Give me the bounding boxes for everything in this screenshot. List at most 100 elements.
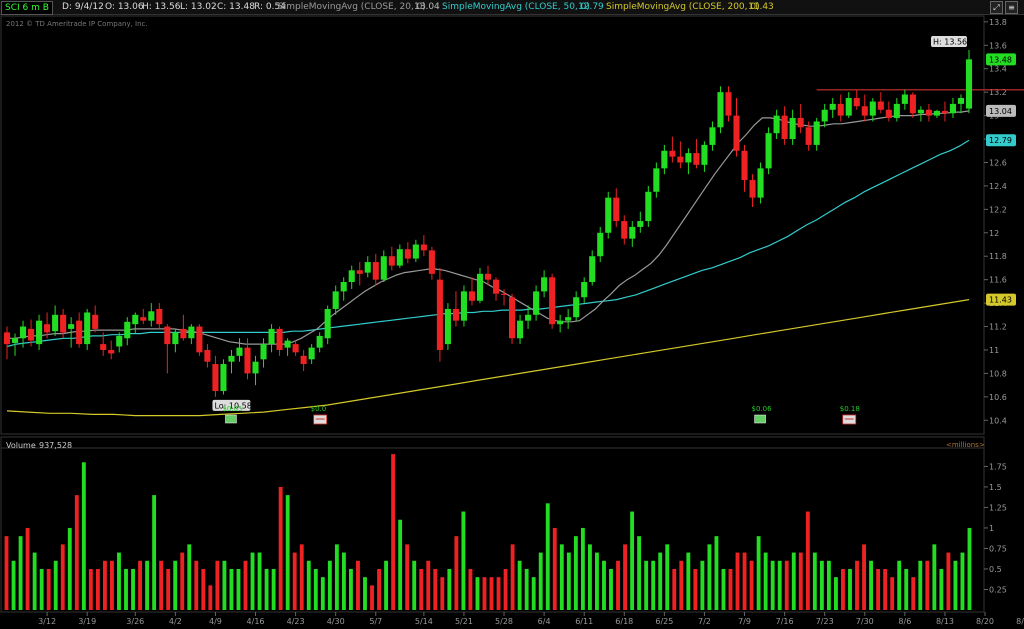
candle-body	[589, 256, 596, 283]
candle-body	[885, 109, 892, 118]
volume-bar	[925, 560, 930, 610]
expand-icon[interactable]: ⤢	[990, 1, 1003, 14]
volume-bar	[11, 560, 16, 610]
volume-bar	[841, 568, 845, 610]
candle-body	[300, 355, 307, 365]
candle-body	[613, 197, 620, 222]
dividend-icon	[225, 414, 237, 424]
volume-bar	[95, 568, 100, 610]
volume-bar	[166, 568, 171, 610]
candle-body	[268, 328, 275, 345]
volume-bar	[826, 560, 831, 610]
volume-unit-label: <millions>	[946, 441, 985, 449]
candle-body	[813, 121, 820, 145]
volume-bar	[623, 544, 627, 610]
date-axis-label: 5/21	[455, 617, 473, 626]
volume-title: Volume	[6, 441, 36, 450]
volume-bar	[363, 577, 367, 610]
volume-bar	[897, 560, 902, 610]
volume-bar	[475, 577, 480, 610]
volume-bar	[735, 552, 740, 610]
menu-icon[interactable]: ≡	[1005, 1, 1018, 14]
volume-bar	[531, 577, 536, 610]
candle-body	[404, 249, 411, 259]
volume-bar	[117, 552, 121, 610]
volume-bar	[566, 552, 571, 610]
volume-bar	[637, 536, 642, 610]
symbol-selector[interactable]: SCI 6 m B	[1, 1, 53, 15]
candle-body	[172, 332, 179, 345]
candle-body	[629, 226, 636, 239]
date-axis-label: 5/7	[369, 617, 382, 626]
candle-body	[861, 106, 868, 116]
volume-axis-label: 0.5	[989, 565, 1002, 574]
volume-bar	[918, 560, 923, 610]
price-axis-label: 11.6	[989, 276, 1007, 285]
price-axis-label: 12	[989, 229, 999, 238]
volume-bar	[306, 560, 311, 610]
volume-bar	[194, 560, 199, 610]
volume-bar	[349, 568, 353, 610]
candle-body	[709, 127, 716, 145]
volume-bar	[616, 560, 620, 610]
volume-bar	[609, 568, 613, 610]
volume-bar	[707, 544, 712, 610]
volume-bar	[602, 560, 606, 610]
candle-body	[11, 338, 19, 343]
volume-bar	[763, 552, 768, 610]
volume-bar	[517, 560, 522, 610]
candle-body	[292, 344, 299, 353]
volume-bar	[81, 462, 86, 610]
date-axis-label: 4/30	[327, 617, 345, 626]
price-axis-label: 13.8	[989, 18, 1007, 27]
volume-bar	[855, 560, 859, 610]
volume-axis-label: 1.75	[989, 462, 1007, 471]
dividend-icon	[754, 414, 766, 424]
candle-body	[156, 308, 163, 325]
sma200-label: SimpleMovingAvg (CLOSE, 200, 0)	[606, 2, 760, 12]
volume-bar	[405, 544, 410, 610]
price-axis-label: 10.6	[989, 393, 1007, 402]
candle-body	[252, 361, 259, 374]
volume-bar	[946, 552, 951, 610]
volume-bar	[4, 536, 9, 610]
volume-bar	[679, 560, 684, 610]
price-axis-label: 12.2	[989, 205, 1007, 214]
volume-bar	[672, 568, 677, 610]
candle-body	[941, 110, 948, 114]
candle-body	[68, 324, 75, 329]
volume-bar	[447, 568, 452, 610]
volume-bar	[292, 552, 297, 610]
volume-bar	[812, 552, 817, 610]
volume-bar	[911, 577, 916, 610]
candle-body	[228, 355, 235, 362]
volume-bar	[257, 552, 262, 610]
volume-bar	[236, 568, 241, 610]
candle-body	[364, 262, 371, 273]
volume-bar	[412, 560, 417, 610]
candle-body	[180, 328, 187, 339]
volume-bar	[693, 568, 698, 610]
volume-bar	[433, 568, 438, 610]
candle-body	[308, 347, 315, 360]
volume-bar	[187, 544, 192, 610]
volume-bar	[890, 577, 895, 610]
volume-bar	[834, 577, 838, 610]
candle-body	[324, 308, 331, 339]
candle-body	[581, 282, 588, 298]
candle-body	[284, 340, 291, 348]
date-axis-label: 7/23	[816, 617, 834, 626]
volume-bar	[299, 544, 304, 610]
candle-body	[949, 103, 957, 114]
candle-body	[132, 314, 139, 325]
low-value: L: 13.02	[180, 2, 217, 12]
volume-bar	[503, 568, 508, 610]
price-tag-label: 13.48	[989, 55, 1012, 64]
volume-bar	[876, 568, 881, 610]
candle-body	[316, 335, 323, 348]
price-panel-frame	[0, 15, 985, 435]
volume-bar	[721, 568, 726, 610]
candle-body	[212, 364, 219, 391]
candle-body	[541, 277, 548, 292]
price-axis-label: 11.2	[989, 323, 1007, 332]
